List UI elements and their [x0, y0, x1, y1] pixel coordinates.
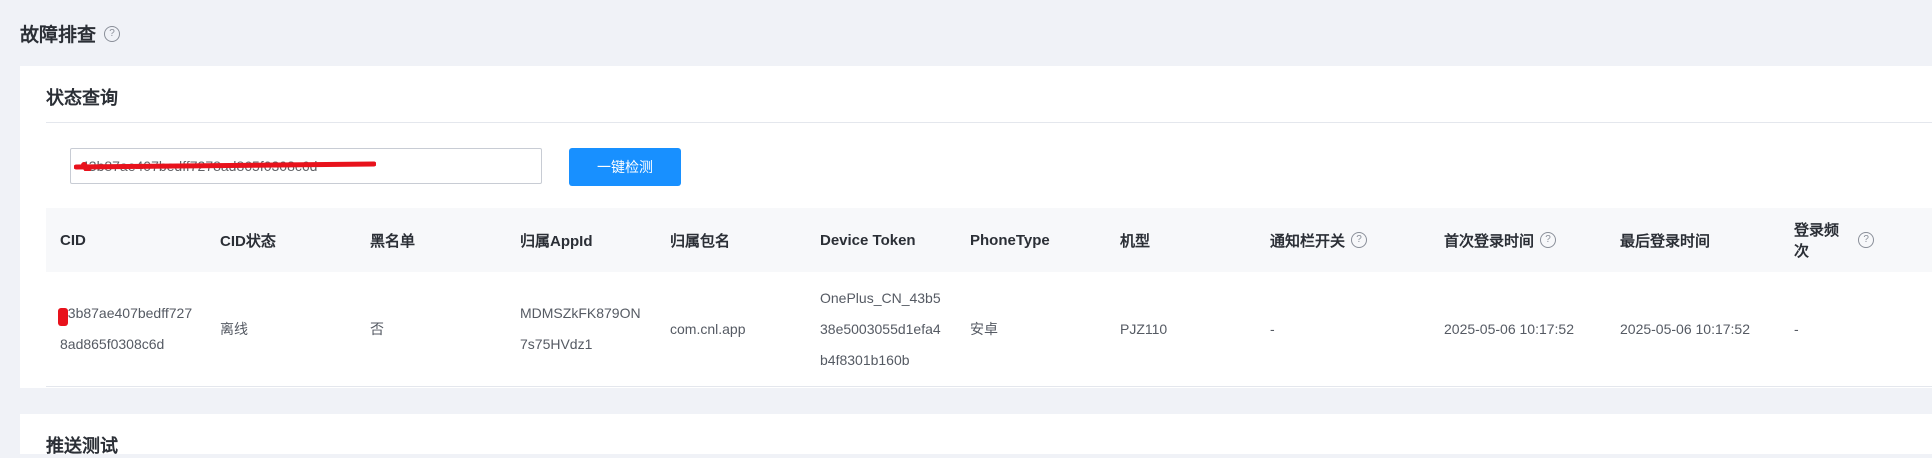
header-appid: 归属AppId: [520, 232, 593, 250]
help-icon[interactable]: ?: [1351, 232, 1368, 248]
cell-blacklist: 否: [370, 321, 384, 337]
help-icon[interactable]: ?: [104, 25, 121, 42]
page-title-text: 故障排查: [20, 25, 97, 46]
header-cid: CID: [60, 231, 86, 249]
header-last-login: 最后登录时间: [1620, 232, 1711, 250]
header-package: 归属包名: [670, 232, 731, 250]
cell-package: com.cnl.app: [670, 321, 746, 337]
status-query-card: 状态查询 一键检测 CID CID状态 黑名单 归属AppId 归属包名 Dev…: [20, 66, 1932, 388]
header-notification-switch: 通知栏开关?: [1256, 230, 1430, 251]
cell-notification-switch: -: [1270, 321, 1275, 337]
one-click-check-button[interactable]: 一键检测: [569, 148, 681, 186]
push-test-card: 推送测试: [20, 414, 1932, 456]
cell-cid-status: 离线: [220, 321, 248, 337]
cell-appid: MDMSZkFK879ON7s75HVdz1: [520, 305, 641, 352]
header-first-login: 首次登录时间?: [1430, 230, 1606, 251]
table-header: CID CID状态 黑名单 归属AppId 归属包名 Device Token …: [46, 208, 1932, 272]
redaction-mark: [58, 308, 68, 326]
header-blacklist: 黑名单: [370, 232, 416, 250]
table-row: 43b87ae407bedff7278ad865f0308c6d 离线 否 MD…: [46, 272, 1932, 387]
cell-device-token: OnePlus_CN_43b538e5003055d1efa4b4f8301b1…: [820, 289, 941, 368]
cell-last-login: 2025-05-06 10:17:52: [1620, 321, 1750, 337]
cell-model: PJZ110: [1120, 321, 1168, 337]
cell-login-frequency: -: [1794, 321, 1799, 337]
page-title: 故障排查 ?: [20, 20, 121, 47]
header-model: 机型: [1120, 232, 1151, 250]
cell-first-login: 2025-05-06 10:17:52: [1444, 321, 1574, 337]
header-phone-type: PhoneType: [970, 231, 1050, 249]
divider: [46, 122, 1932, 123]
help-icon[interactable]: ?: [1858, 232, 1874, 248]
section-title: 状态查询: [46, 88, 118, 108]
cell-phone-type: 安卓: [970, 321, 998, 337]
header-device-token: Device Token: [820, 231, 916, 249]
help-icon[interactable]: ?: [1540, 232, 1557, 248]
cid-search-input[interactable]: [70, 148, 542, 184]
header-login-frequency: 登录频次?: [1780, 219, 1882, 261]
header-cid-status: CID状态: [220, 232, 276, 250]
status-table: CID CID状态 黑名单 归属AppId 归属包名 Device Token …: [46, 208, 1932, 387]
section-title: 推送测试: [46, 436, 118, 456]
cell-cid: 43b87ae407bedff7278ad865f0308c6d: [60, 305, 193, 352]
